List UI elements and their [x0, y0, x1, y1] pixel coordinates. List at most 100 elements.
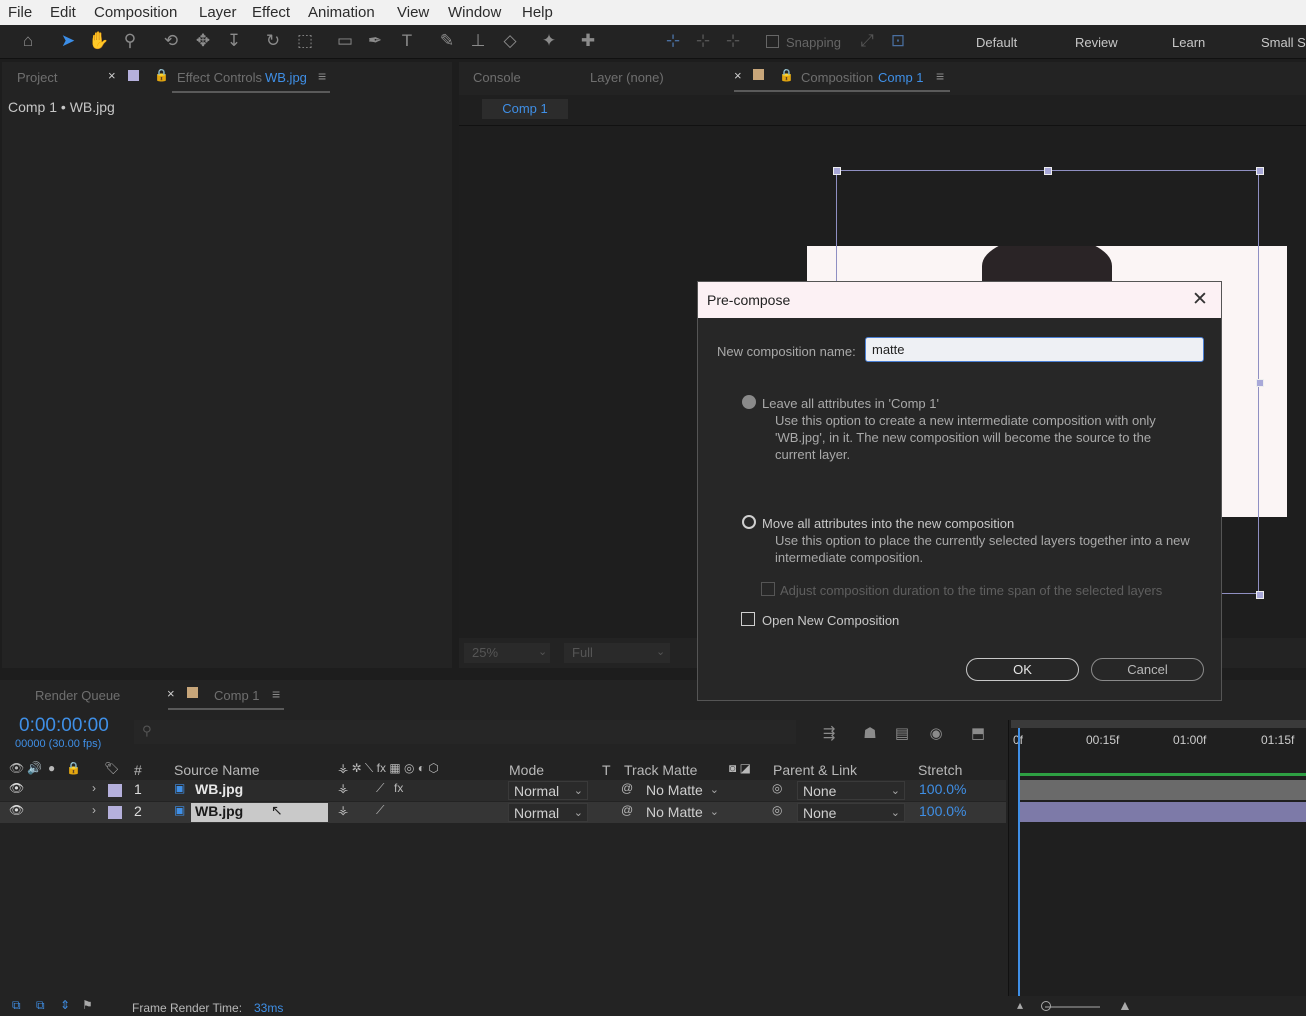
table-row[interactable]: 👁 › 2 ▣ WB.jpg ↖ ⚶ ⟋ Normal ⌄ @ No Matte ⌄… — [0, 802, 1006, 823]
render-time-icon[interactable]: ⚑ — [82, 998, 93, 1012]
local-axis-icon[interactable]: ⊹ — [662, 30, 684, 52]
tab-comp-timeline[interactable]: Comp 1 — [214, 688, 260, 703]
close-tab-icon[interactable]: × — [167, 686, 175, 701]
tab-composition-name[interactable]: Comp 1 — [878, 70, 924, 85]
workspace-default[interactable]: Default — [976, 35, 1017, 50]
menu-layer[interactable]: Layer — [199, 4, 237, 21]
zoom-tool-icon[interactable]: ⚲ — [119, 30, 141, 52]
motion-blur-icon[interactable]: ◉ — [925, 723, 947, 745]
transform-handle[interactable] — [1256, 379, 1264, 387]
ok-button[interactable]: OK — [966, 658, 1079, 681]
quality-switch-icon[interactable]: ⟋ — [376, 803, 384, 818]
transform-handle[interactable] — [1256, 591, 1264, 599]
move-attributes-radio[interactable] — [742, 515, 756, 529]
solo-icon[interactable]: ● — [48, 761, 55, 775]
timeline-graph[interactable]: 0f 00:15f 01:00f 01:15f — [1008, 720, 1306, 996]
lock-icon[interactable]: 🔒 — [154, 68, 169, 82]
tab-composition[interactable]: Composition — [801, 70, 873, 85]
lock-icon[interactable]: 🔒 — [66, 761, 81, 775]
audio-toggle-icon[interactable]: 🔊 — [27, 761, 42, 775]
menu-window[interactable]: Window — [448, 4, 501, 21]
transform-handle[interactable] — [833, 167, 841, 175]
zoom-slider-handle[interactable] — [1041, 1001, 1051, 1011]
menu-effect[interactable]: Effect — [252, 4, 290, 21]
leave-attributes-radio[interactable] — [742, 395, 756, 409]
fx-switch-icon[interactable]: fx — [394, 781, 403, 795]
menu-composition[interactable]: Composition — [94, 4, 177, 21]
chevron-right-icon[interactable]: › — [92, 781, 96, 795]
current-time-indicator[interactable] — [1018, 728, 1020, 996]
tab-layer[interactable]: Layer (none) — [590, 70, 664, 85]
close-tab-icon[interactable]: × — [734, 68, 742, 83]
layer-search-input[interactable]: ⚲ — [134, 720, 796, 744]
label-tag-icon[interactable]: 🏷 — [104, 761, 119, 775]
world-axis-icon[interactable]: ⊹ — [692, 30, 714, 52]
close-tab-icon[interactable]: × — [108, 68, 116, 83]
menu-help[interactable]: Help — [522, 4, 553, 21]
selection-tool-icon[interactable]: ➤ — [57, 30, 79, 52]
label-color-swatch[interactable] — [108, 806, 122, 819]
mode-dropdown[interactable]: Normal ⌄ — [508, 803, 588, 822]
frame-blending-icon[interactable]: ▤ — [891, 723, 913, 745]
header-source-name[interactable]: Source Name — [174, 762, 260, 778]
panel-menu-icon[interactable]: ≡ — [272, 686, 280, 702]
pan-camera-icon[interactable]: ✥ — [192, 30, 214, 52]
puppet-pin-icon[interactable]: ✚ — [577, 30, 599, 52]
header-mode[interactable]: Mode — [509, 762, 544, 778]
shy-switch-icon[interactable]: ⚶ — [338, 781, 348, 795]
pen-tool-icon[interactable]: ✒ — [364, 30, 386, 52]
adjust-duration-checkbox[interactable] — [761, 582, 775, 596]
workspace-review[interactable]: Review — [1075, 35, 1118, 50]
label-color-swatch[interactable] — [108, 784, 122, 797]
table-row[interactable]: 👁 › 1 ▣ WB.jpg ⚶ ⟋ fx Normal ⌄ @ No Matte… — [0, 780, 1006, 801]
track-matte-dropdown[interactable]: No Matte ⌄ — [641, 803, 723, 822]
shy-layers-icon[interactable]: ☗ — [859, 723, 881, 745]
panel-menu-icon[interactable]: ≡ — [318, 68, 326, 84]
view-axis-icon[interactable]: ⊹ — [722, 30, 744, 52]
lock-icon[interactable]: 🔒 — [779, 68, 794, 82]
mode-dropdown[interactable]: Normal ⌄ — [508, 781, 588, 800]
tab-render-queue[interactable]: Render Queue — [35, 688, 120, 703]
pick-whip-icon[interactable]: ◎ — [772, 803, 782, 817]
menu-animation[interactable]: Animation — [308, 4, 375, 21]
resolution-dropdown[interactable]: Full — [564, 643, 670, 663]
workspace-small-screen[interactable]: Small S — [1261, 35, 1306, 50]
header-stretch[interactable]: Stretch — [918, 762, 962, 778]
eye-icon[interactable]: 👁 — [9, 803, 24, 817]
composition-name-input[interactable]: matte — [865, 337, 1204, 362]
layer-name[interactable]: WB.jpg — [195, 781, 243, 797]
tab-project[interactable]: Project — [17, 70, 57, 85]
layer-bar[interactable] — [1019, 802, 1306, 822]
header-track-matte[interactable]: Track Matte — [624, 762, 697, 778]
zoom-out-icon[interactable]: ▴ — [1017, 998, 1023, 1012]
parent-dropdown[interactable]: None ⌄ — [797, 803, 905, 822]
menu-file[interactable]: File — [8, 4, 32, 21]
matte-link-icon[interactable]: @ — [621, 781, 633, 795]
home-icon[interactable]: ⌂ — [17, 30, 39, 52]
cancel-button[interactable]: Cancel — [1091, 658, 1204, 681]
open-new-composition-checkbox[interactable] — [741, 612, 755, 626]
stretch-value[interactable]: 100.0% — [919, 803, 966, 819]
panel-menu-icon[interactable]: ≡ — [936, 68, 944, 84]
snapping-checkbox[interactable] — [766, 35, 779, 48]
current-timecode[interactable]: 0:00:00:00 — [19, 715, 109, 737]
dolly-camera-icon[interactable]: ↧ — [223, 30, 245, 52]
transform-handle[interactable] — [1256, 167, 1264, 175]
in-out-icon[interactable]: ⇕ — [60, 998, 70, 1012]
layer-name[interactable]: WB.jpg — [195, 803, 243, 819]
tab-effect-controls-target[interactable]: WB.jpg — [265, 70, 307, 85]
quality-switch-icon[interactable]: ⟋ — [376, 781, 384, 796]
menu-edit[interactable]: Edit — [50, 4, 76, 21]
rectangle-tool-icon[interactable]: ▭ — [334, 30, 356, 52]
comp-subtab[interactable]: Comp 1 — [482, 99, 568, 119]
eye-icon[interactable]: 👁 — [9, 781, 24, 795]
hand-tool-icon[interactable]: ✋ — [88, 30, 110, 52]
header-parent-link[interactable]: Parent & Link — [773, 762, 857, 778]
type-tool-icon[interactable]: T — [396, 30, 418, 52]
graph-editor-icon[interactable]: ⬒ — [967, 723, 989, 745]
transform-handle[interactable] — [1044, 167, 1052, 175]
parent-dropdown[interactable]: None ⌄ — [797, 781, 905, 800]
close-icon[interactable]: ✕ — [1192, 288, 1208, 311]
workspace-learn[interactable]: Learn — [1172, 35, 1205, 50]
track-matte-dropdown[interactable]: No Matte ⌄ — [641, 781, 723, 800]
